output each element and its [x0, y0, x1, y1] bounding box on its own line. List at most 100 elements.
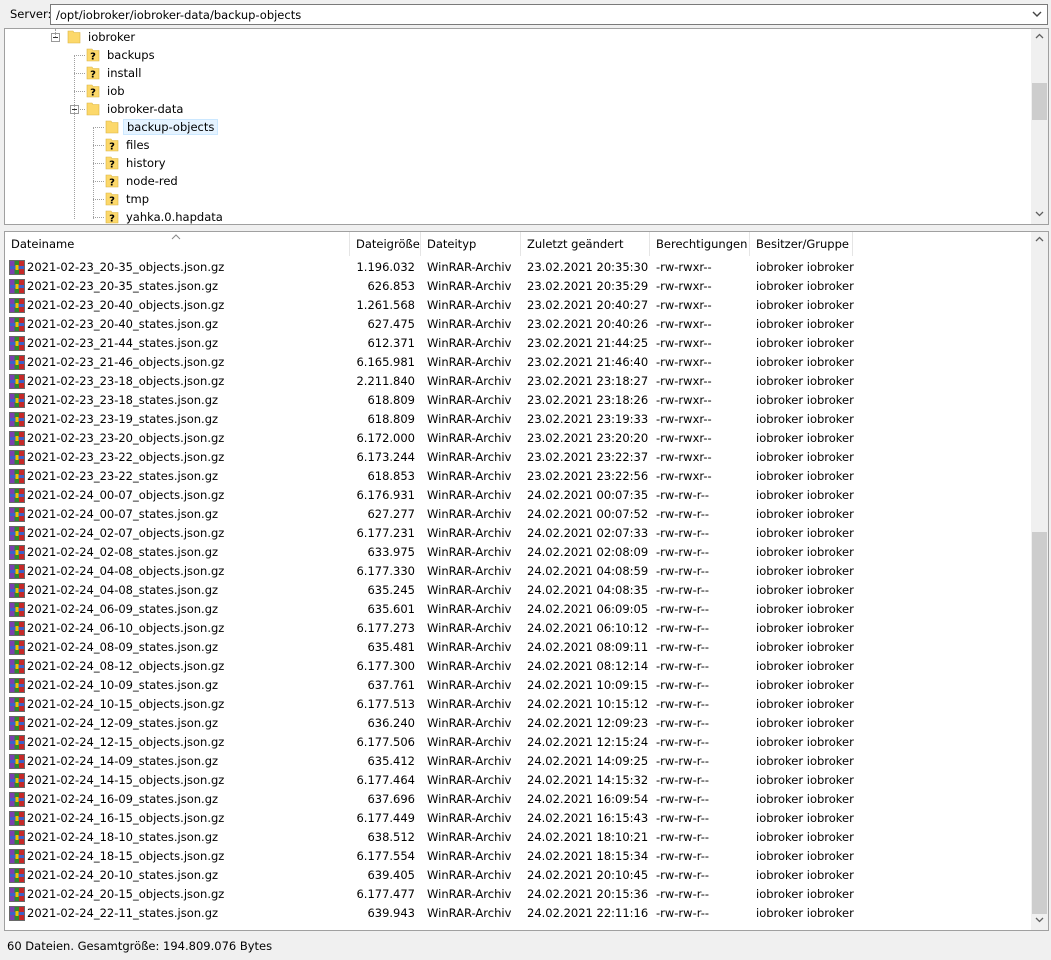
table-row[interactable]: 2021-02-24_12-15_objects.json.gz 6.177.50… [5, 733, 1033, 752]
cell-name: 2021-02-24_02-08_states.json.gz [27, 545, 219, 559]
cell-owner: iobroker iobroker [756, 678, 854, 692]
scroll-up-arrow-icon[interactable] [1031, 29, 1048, 46]
cell-size: 626.853 [367, 279, 415, 293]
tree-scrollbar[interactable] [1031, 29, 1048, 224]
scroll-down-arrow-icon[interactable] [1031, 913, 1048, 930]
table-row[interactable]: 2021-02-24_10-09_states.json.gz 637.761 Wi… [5, 676, 1033, 695]
cell-type: WinRAR-Archiv [427, 849, 512, 863]
table-row[interactable]: 2021-02-24_08-09_states.json.gz 635.481 Wi… [5, 638, 1033, 657]
cell-type: WinRAR-Archiv [427, 640, 512, 654]
file-list[interactable]: Dateiname Dateigröße Dateityp Zuletzt ge… [4, 231, 1049, 931]
cell-permissions: -rw-rwxr-- [656, 412, 712, 426]
column-header-modified[interactable]: Zuletzt geändert [521, 232, 650, 256]
cell-permissions: -rw-rw-r-- [656, 526, 710, 540]
cell-permissions: -rw-rw-r-- [656, 849, 710, 863]
winrar-archive-icon [9, 773, 25, 788]
server-path-value[interactable]: /opt/iobroker/iobroker-data/backup-objec… [56, 8, 301, 22]
column-header-size[interactable]: Dateigröße [350, 232, 421, 256]
tree-node-label: backups [107, 48, 155, 62]
scroll-up-arrow-icon[interactable] [1031, 232, 1048, 249]
cell-owner: iobroker iobroker [756, 849, 854, 863]
table-row[interactable]: 2021-02-24_00-07_states.json.gz 627.277 Wi… [5, 505, 1033, 524]
cell-owner: iobroker iobroker [756, 640, 854, 654]
file-list-scrollbar[interactable] [1031, 232, 1048, 930]
winrar-archive-icon [9, 526, 25, 541]
cell-size: 639.405 [367, 868, 415, 882]
table-row[interactable]: 2021-02-24_22-11_states.json.gz 639.943 Wi… [5, 904, 1033, 923]
cell-type: WinRAR-Archiv [427, 488, 512, 502]
cell-permissions: -rw-rw-r-- [656, 583, 710, 597]
table-row[interactable]: 2021-02-24_02-07_objects.json.gz 6.177.23… [5, 524, 1033, 543]
winrar-archive-icon [9, 621, 25, 636]
cell-permissions: -rw-rw-r-- [656, 792, 710, 806]
table-row[interactable]: 2021-02-24_06-09_states.json.gz 635.601 Wi… [5, 600, 1033, 619]
cell-modified: 24.02.2021 20:10:45 [527, 868, 649, 882]
table-row[interactable]: 2021-02-24_04-08_objects.json.gz 6.177.33… [5, 562, 1033, 581]
table-row[interactable]: 2021-02-24_12-09_states.json.gz 636.240 Wi… [5, 714, 1033, 733]
table-row[interactable]: 2021-02-23_21-46_objects.json.gz 6.165.98… [5, 353, 1033, 372]
table-row[interactable]: 2021-02-23_20-35_states.json.gz 626.853 Wi… [5, 277, 1033, 296]
column-header-filename[interactable]: Dateiname [5, 232, 350, 256]
tree-node-label: files [126, 138, 150, 152]
cell-type: WinRAR-Archiv [427, 355, 512, 369]
table-row[interactable]: 2021-02-23_23-22_states.json.gz 618.853 Wi… [5, 467, 1033, 486]
cell-size: 6.177.330 [356, 564, 415, 578]
folder-icon [105, 119, 119, 134]
tree-scrollbar-thumb[interactable] [1032, 83, 1047, 120]
winrar-archive-icon [9, 545, 25, 560]
cell-size: 6.177.477 [356, 887, 415, 901]
table-row[interactable]: 2021-02-23_23-18_objects.json.gz 2.211.84… [5, 372, 1033, 391]
table-row[interactable]: 2021-02-24_00-07_objects.json.gz 6.176.93… [5, 486, 1033, 505]
cell-size: 6.177.513 [356, 697, 415, 711]
winrar-archive-icon [9, 887, 25, 902]
winrar-archive-icon [9, 336, 25, 351]
tree-connector [74, 73, 85, 74]
table-row[interactable]: 2021-02-23_20-40_objects.json.gz 1.261.56… [5, 296, 1033, 315]
table-row[interactable]: 2021-02-24_08-12_objects.json.gz 6.177.30… [5, 657, 1033, 676]
table-row[interactable]: 2021-02-23_23-22_objects.json.gz 6.173.24… [5, 448, 1033, 467]
cell-owner: iobroker iobroker [756, 526, 854, 540]
cell-permissions: -rw-rwxr-- [656, 450, 712, 464]
cell-name: 2021-02-24_08-12_objects.json.gz [27, 659, 225, 673]
cell-owner: iobroker iobroker [756, 564, 854, 578]
table-row[interactable]: 2021-02-24_04-08_states.json.gz 635.245 Wi… [5, 581, 1033, 600]
table-row[interactable]: 2021-02-24_18-15_objects.json.gz 6.177.55… [5, 847, 1033, 866]
table-row[interactable]: 2021-02-23_23-19_states.json.gz 618.809 Wi… [5, 410, 1033, 429]
table-row[interactable]: 2021-02-24_02-08_states.json.gz 633.975 Wi… [5, 543, 1033, 562]
column-header-permissions[interactable]: Berechtigungen [650, 232, 750, 256]
directory-tree[interactable]: iobroker? backups? install? iob iobroker-dat… [4, 28, 1049, 225]
table-row[interactable]: 2021-02-24_14-09_states.json.gz 635.412 Wi… [5, 752, 1033, 771]
cell-modified: 23.02.2021 23:22:56 [527, 469, 649, 483]
file-list-scrollbar-thumb[interactable] [1032, 532, 1047, 914]
scroll-down-arrow-icon[interactable] [1031, 207, 1048, 224]
tree-connector [74, 55, 85, 56]
server-path-combobox[interactable]: /opt/iobroker/iobroker-data/backup-objec… [50, 4, 1048, 25]
table-row[interactable]: 2021-02-24_14-15_objects.json.gz 6.177.46… [5, 771, 1033, 790]
winrar-archive-icon [9, 260, 25, 275]
table-row[interactable]: 2021-02-24_10-15_objects.json.gz 6.177.51… [5, 695, 1033, 714]
tree-connector [93, 163, 104, 164]
cell-type: WinRAR-Archiv [427, 678, 512, 692]
table-row[interactable]: 2021-02-23_23-18_states.json.gz 618.809 Wi… [5, 391, 1033, 410]
table-row[interactable]: 2021-02-24_16-09_states.json.gz 637.696 Wi… [5, 790, 1033, 809]
chevron-down-icon[interactable] [1030, 7, 1044, 22]
table-row[interactable]: 2021-02-24_06-10_objects.json.gz 6.177.27… [5, 619, 1033, 638]
cell-name: 2021-02-24_18-15_objects.json.gz [27, 849, 225, 863]
cell-type: WinRAR-Archiv [427, 868, 512, 882]
table-row[interactable]: 2021-02-23_21-44_states.json.gz 612.371 Wi… [5, 334, 1033, 353]
table-row[interactable]: 2021-02-24_16-15_objects.json.gz 6.177.44… [5, 809, 1033, 828]
table-row[interactable]: 2021-02-23_20-35_objects.json.gz 1.196.03… [5, 258, 1033, 277]
cell-size: 618.809 [367, 412, 415, 426]
winrar-archive-icon [9, 697, 25, 712]
table-row[interactable]: 2021-02-23_20-40_states.json.gz 627.475 Wi… [5, 315, 1033, 334]
cell-modified: 24.02.2021 14:09:25 [527, 754, 649, 768]
table-row[interactable]: 2021-02-24_20-15_objects.json.gz 6.177.47… [5, 885, 1033, 904]
table-row[interactable]: 2021-02-24_18-10_states.json.gz 638.512 Wi… [5, 828, 1033, 847]
column-header-owner[interactable]: Besitzer/Gruppe [750, 232, 853, 256]
table-row[interactable]: 2021-02-24_20-10_states.json.gz 639.405 Wi… [5, 866, 1033, 885]
table-row[interactable]: 2021-02-23_23-20_objects.json.gz 6.172.00… [5, 429, 1033, 448]
cell-permissions: -rw-rw-r-- [656, 488, 710, 502]
column-header-type[interactable]: Dateityp [421, 232, 521, 256]
cell-type: WinRAR-Archiv [427, 450, 512, 464]
file-list-header: Dateiname Dateigröße Dateityp Zuletzt ge… [5, 232, 1033, 256]
